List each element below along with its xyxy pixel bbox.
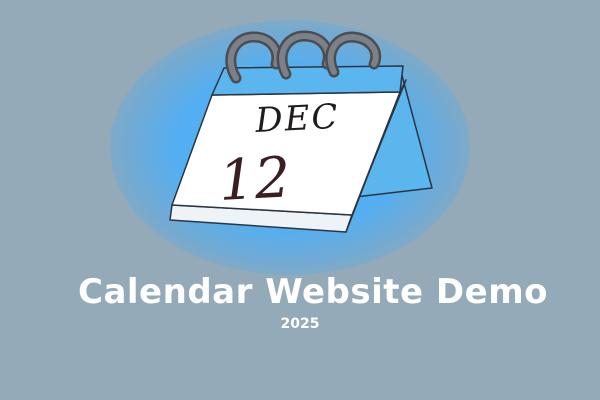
page-title: Calendar Website Demo — [78, 272, 548, 312]
hero-banner: DEC 12 Calendar Website Demo 2025 — [0, 0, 600, 400]
calendar-month: DEC — [253, 97, 340, 141]
calendar-icon: DEC 12 — [169, 30, 433, 233]
calendar-day: 12 — [217, 145, 292, 214]
year-label: 2025 — [280, 316, 320, 332]
